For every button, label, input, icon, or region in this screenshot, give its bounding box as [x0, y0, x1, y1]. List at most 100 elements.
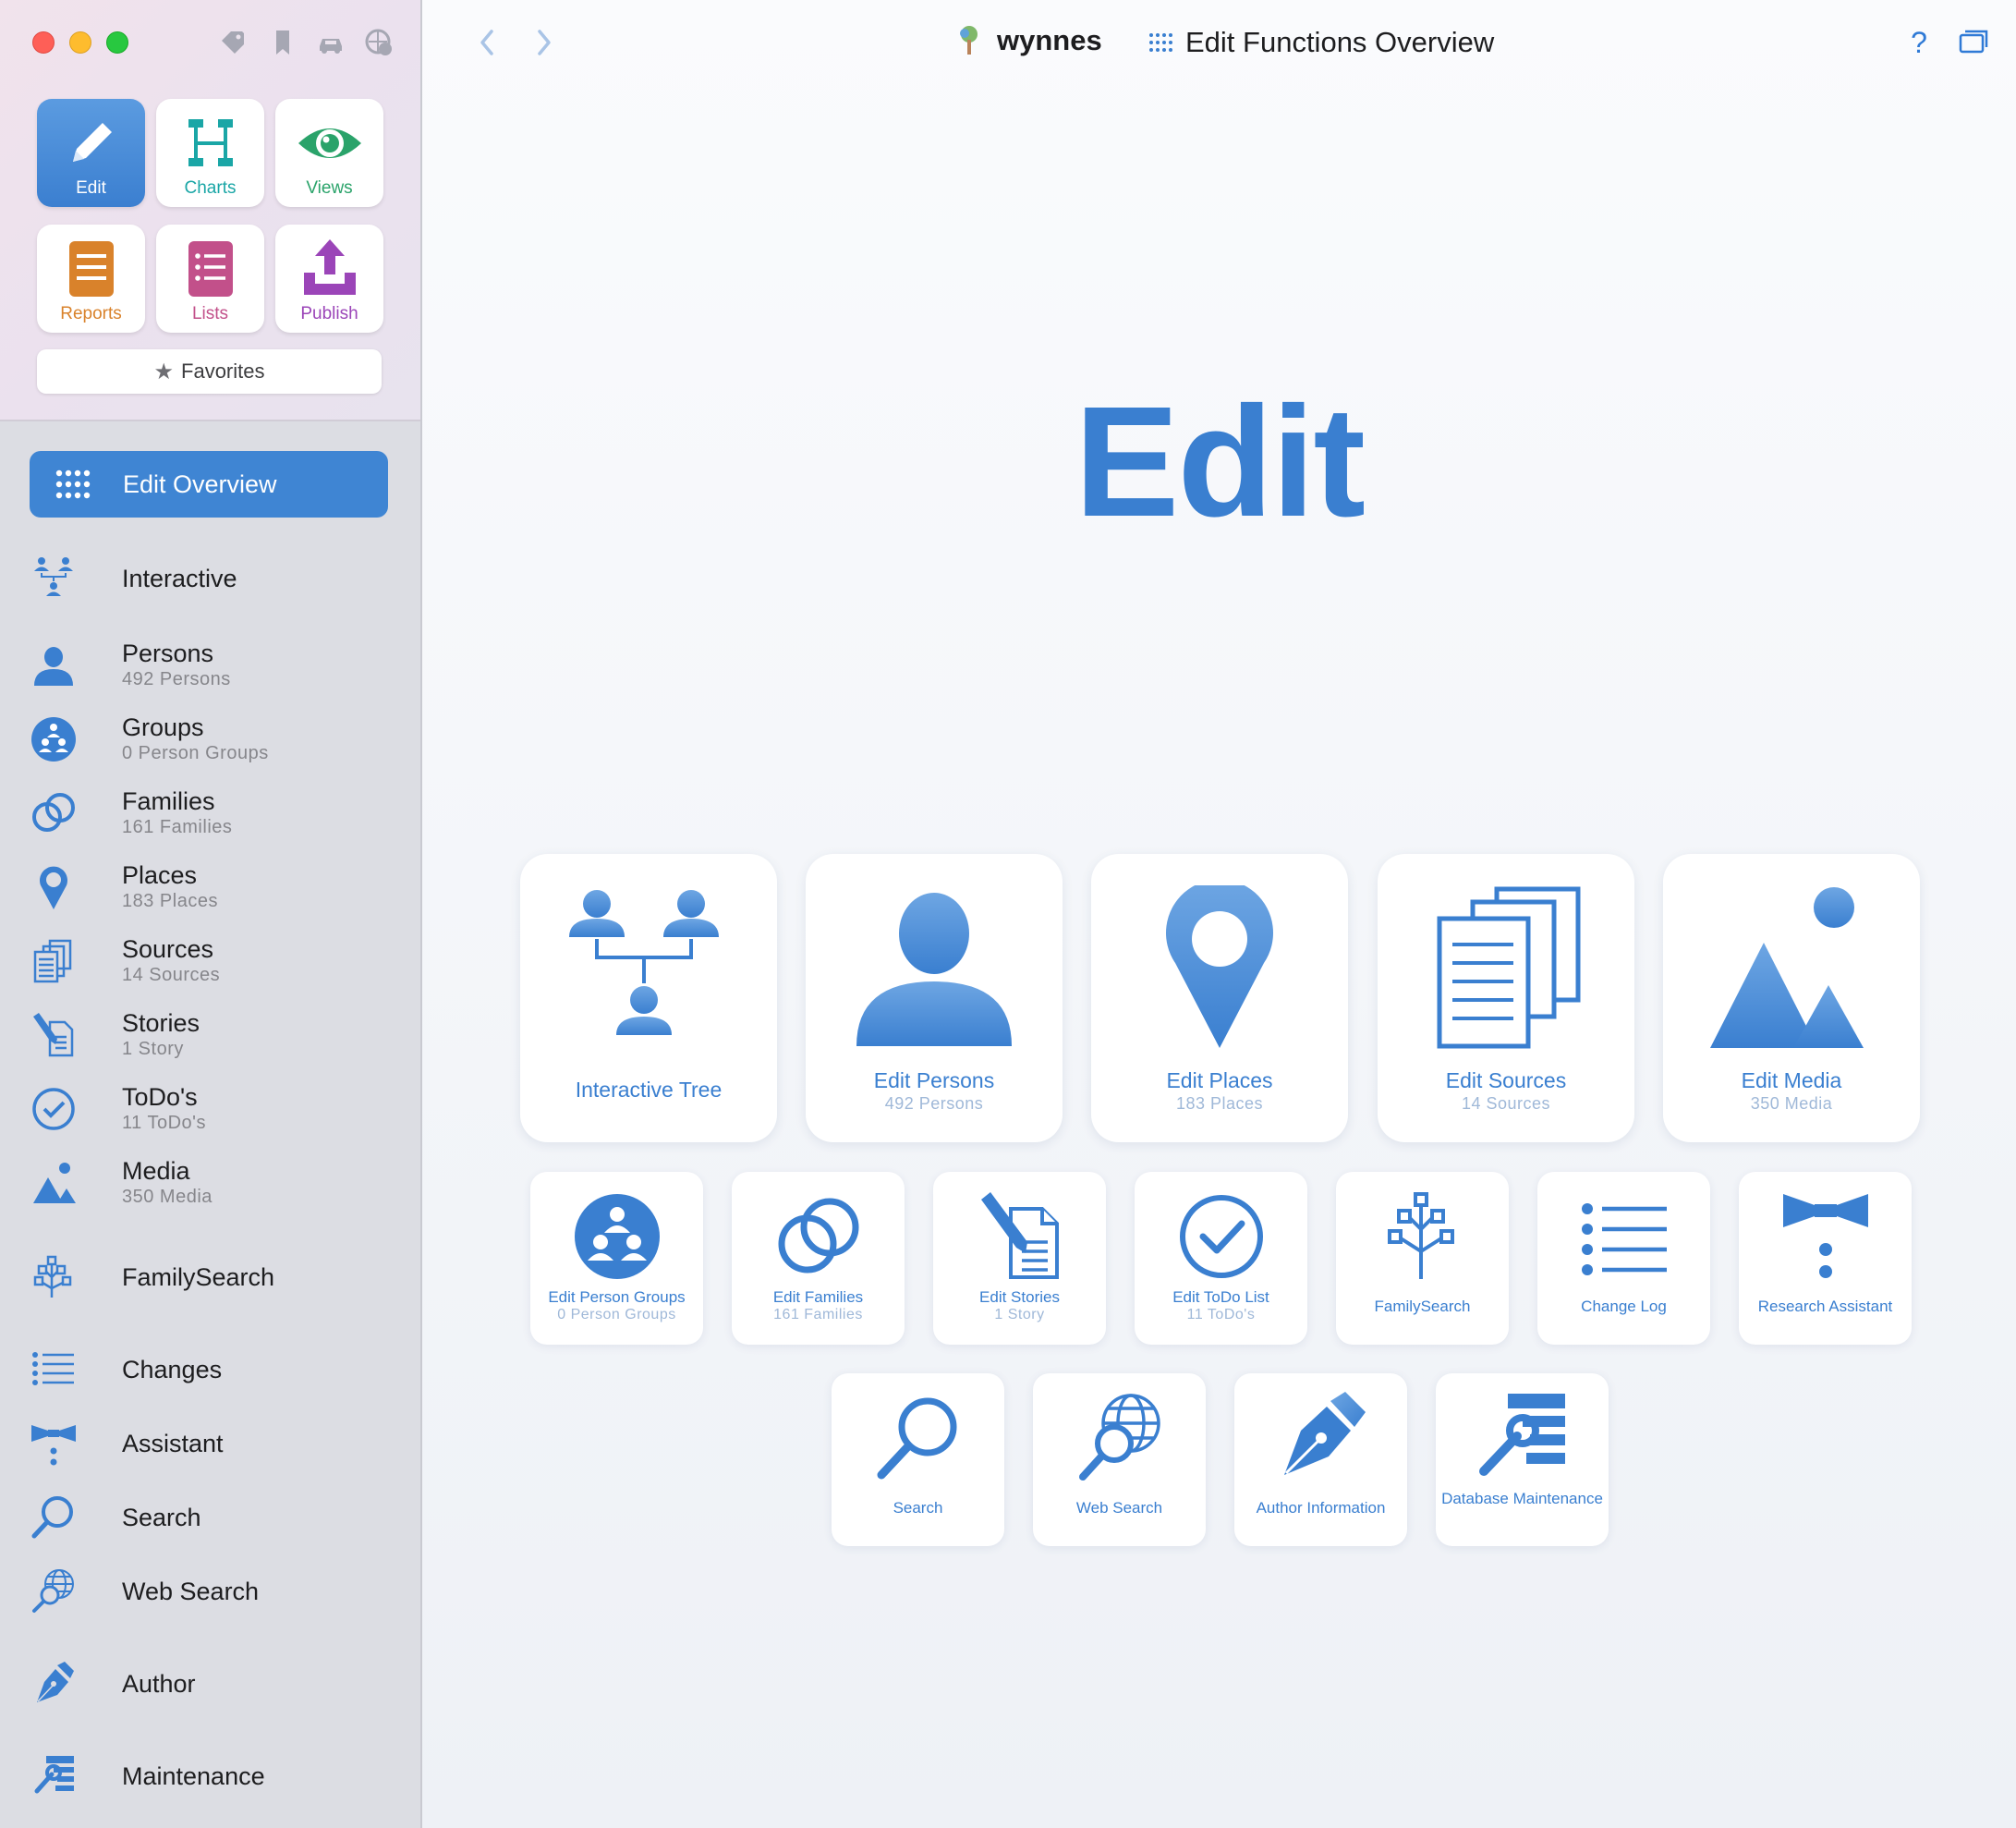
sidebar-item-edit-overview[interactable]: Edit Overview	[30, 451, 388, 518]
stories-icon	[974, 1190, 1066, 1283]
lists-icon	[176, 236, 246, 302]
sidebar-item-assistant[interactable]: Assistant	[30, 1420, 388, 1468]
edit-places-card[interactable]: Edit Places 183 Places	[1091, 854, 1348, 1142]
mode-views-button[interactable]: Views	[275, 99, 383, 207]
sidebar-item-count: 11 ToDo's	[122, 1113, 206, 1133]
card-title: Author Information	[1256, 1499, 1386, 1517]
card-title: Research Assistant	[1757, 1298, 1893, 1315]
person-icon	[851, 885, 1017, 1052]
edit-person-groups-card[interactable]: Edit Person Groups 0 Person Groups	[530, 1172, 703, 1345]
publish-icon	[295, 236, 365, 302]
forward-button[interactable]	[526, 24, 563, 61]
sidebar-item-label: Author	[122, 1670, 196, 1698]
interactive-tree-icon	[30, 554, 78, 603]
bookmark-icon[interactable]	[268, 28, 298, 57]
sidebar-item-interactive[interactable]: Interactive	[30, 554, 388, 603]
mode-publish-button[interactable]: Publish	[275, 225, 383, 333]
card-title: Edit Person Groups	[548, 1288, 686, 1306]
edit-todo-list-card[interactable]: Edit ToDo List 11 ToDo's	[1135, 1172, 1307, 1345]
search-card[interactable]: Search	[832, 1373, 1004, 1546]
sidebar-item-search[interactable]: Search	[30, 1493, 388, 1542]
maintenance-icon	[30, 1752, 78, 1800]
reports-icon	[56, 236, 127, 302]
card-count: 14 Sources	[1461, 1094, 1551, 1113]
card-count: 0 Person Groups	[557, 1307, 676, 1322]
pin-icon	[1136, 879, 1303, 1052]
author-icon	[1275, 1392, 1367, 1484]
edit-stories-card[interactable]: Edit Stories 1 Story	[933, 1172, 1106, 1345]
sidebar-item-web-search[interactable]: Web Search	[30, 1567, 388, 1615]
familysearch-card[interactable]: FamilySearch	[1336, 1172, 1509, 1345]
edit-sources-card[interactable]: Edit Sources 14 Sources	[1378, 854, 1634, 1142]
page-title: Edit Functions Overview	[1148, 26, 1494, 59]
help-button[interactable]: ?	[1901, 24, 1937, 61]
world-history-icon[interactable]	[364, 28, 394, 57]
sidebar-item-familysearch[interactable]: FamilySearch	[30, 1253, 388, 1301]
sidebar-item-sources[interactable]: Sources 14 Sources	[30, 935, 388, 987]
author-icon	[30, 1660, 78, 1708]
card-title: FamilySearch	[1374, 1298, 1471, 1315]
change-log-card[interactable]: Change Log	[1537, 1172, 1710, 1345]
sidebar-item-places[interactable]: Places 183 Places	[30, 861, 388, 913]
sidebar-item-changes[interactable]: Changes	[30, 1346, 388, 1394]
sidebar-item-author[interactable]: Author	[30, 1660, 388, 1708]
database-name[interactable]: wynnes	[956, 24, 1102, 57]
sidebar-item-persons[interactable]: Persons 492 Persons	[30, 640, 388, 691]
mode-lists-button[interactable]: Lists	[156, 225, 264, 333]
todo-icon	[1175, 1190, 1268, 1283]
sidebar-item-groups[interactable]: Groups 0 Person Groups	[30, 713, 388, 765]
card-title: Edit Persons	[873, 1068, 995, 1092]
mode-label: Views	[306, 178, 353, 198]
card-count: 350 Media	[1750, 1094, 1833, 1113]
mode-label: Publish	[300, 304, 358, 323]
sidebar-item-label: Families	[122, 787, 215, 815]
eye-icon	[295, 110, 365, 177]
sidebar-item-count: 0 Person Groups	[122, 743, 269, 763]
web-search-card[interactable]: Web Search	[1033, 1373, 1206, 1546]
back-button[interactable]	[468, 24, 505, 61]
mode-label: Charts	[184, 178, 237, 198]
search-icon	[30, 1493, 78, 1542]
rings-icon	[30, 789, 78, 837]
rings-icon	[772, 1190, 865, 1283]
media-icon	[30, 1159, 78, 1207]
mode-edit-button[interactable]: Edit	[37, 99, 145, 207]
sidebar-item-label: Media	[122, 1157, 190, 1185]
sidebar-item-families[interactable]: Families 161 Families	[30, 787, 388, 839]
maintenance-icon	[1476, 1392, 1569, 1484]
chevron-left-icon	[480, 30, 493, 55]
toolbar: wynnes Edit Functions Overview ?	[422, 0, 2016, 85]
sidebar-item-label: Sources	[122, 935, 214, 963]
sidebar-item-media[interactable]: Media 350 Media	[30, 1157, 388, 1209]
sidebar-item-count: 14 Sources	[122, 965, 221, 985]
chevron-right-icon	[538, 30, 551, 55]
database-maintenance-card[interactable]: Database Maintenance	[1436, 1373, 1609, 1546]
web-search-icon	[30, 1567, 78, 1615]
edit-families-card[interactable]: Edit Families 161 Families	[732, 1172, 905, 1345]
sidebar-item-maintenance[interactable]: Maintenance	[30, 1752, 388, 1800]
car-icon[interactable]	[316, 28, 346, 57]
card-title: Database Maintenance	[1441, 1490, 1603, 1507]
window-mode-button[interactable]	[1955, 24, 1992, 61]
main-content: wynnes Edit Functions Overview ? Edit In…	[422, 0, 2016, 1828]
author-information-card[interactable]: Author Information	[1234, 1373, 1407, 1546]
card-title: Interactive Tree	[575, 1078, 723, 1102]
research-assistant-card[interactable]: Research Assistant	[1739, 1172, 1912, 1345]
edit-persons-card[interactable]: Edit Persons 492 Persons	[806, 854, 1063, 1142]
sidebar-item-todos[interactable]: ToDo's 11 ToDo's	[30, 1083, 388, 1135]
mode-charts-button[interactable]: Charts	[156, 99, 264, 207]
tag-icon[interactable]	[218, 28, 248, 57]
favorites-button[interactable]: ★ Favorites	[37, 349, 382, 394]
window-zoom-button[interactable]	[106, 31, 128, 54]
edit-media-card[interactable]: Edit Media 350 Media	[1663, 854, 1920, 1142]
sidebar-item-label: Web Search	[122, 1578, 260, 1605]
interactive-tree-card[interactable]: Interactive Tree	[520, 854, 777, 1142]
charts-icon	[176, 110, 246, 177]
sidebar-item-label: ToDo's	[122, 1083, 198, 1111]
sidebar-item-stories[interactable]: Stories 1 Story	[30, 1009, 388, 1061]
card-count: 1 Story	[994, 1307, 1045, 1322]
sidebar-item-label: Groups	[122, 713, 204, 741]
mode-reports-button[interactable]: Reports	[37, 225, 145, 333]
window-minimize-button[interactable]	[69, 31, 91, 54]
window-close-button[interactable]	[32, 31, 55, 54]
